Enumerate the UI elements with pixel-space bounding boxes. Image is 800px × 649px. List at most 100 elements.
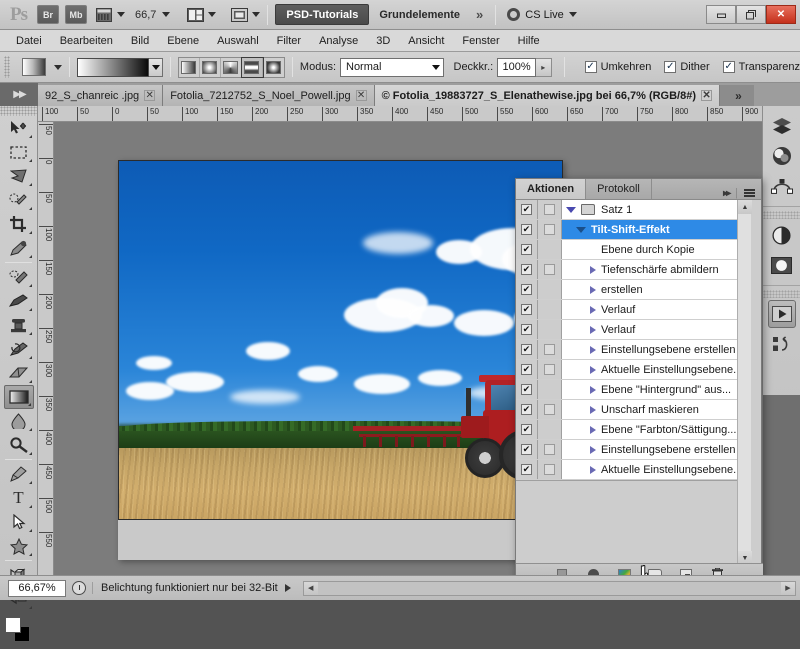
workspace-overflow-icon[interactable]: » — [476, 7, 483, 22]
table-row[interactable]: Ebene durch Kopie — [516, 240, 745, 260]
row-dialog-cell[interactable] — [538, 240, 562, 259]
minimize-button[interactable] — [706, 5, 736, 24]
menu-fenster[interactable]: Fenster — [454, 33, 507, 49]
tab-noel-powell[interactable]: Fotolia_7212752_S_Noel_Powell.jpg ✕ — [163, 85, 375, 106]
tab-elenathewise[interactable]: © Fotolia_19883727_S_Elenathewise.jpg be… — [374, 85, 721, 106]
row-dialog-cell[interactable] — [538, 260, 562, 279]
actions-icon[interactable] — [767, 300, 796, 328]
tab-close-icon-2[interactable]: ✕ — [355, 90, 367, 101]
row-toggle-cell[interactable] — [516, 240, 538, 259]
eyedropper-tool[interactable] — [4, 236, 34, 260]
expand-chevron-right-icon[interactable] — [590, 425, 596, 434]
actions-list-empty-area[interactable] — [516, 480, 745, 564]
horizontal-scrollbar[interactable]: ◀ ▶ — [302, 580, 796, 596]
expand-chevron-right-icon[interactable] — [590, 305, 596, 314]
table-row[interactable]: erstellen — [516, 280, 745, 300]
quick-selection-tool[interactable] — [4, 188, 34, 212]
row-content[interactable]: Ebene durch Kopie — [562, 240, 745, 259]
tab-protokoll[interactable]: Protokoll — [586, 179, 652, 199]
document-image[interactable] — [118, 160, 563, 520]
panel-menu-icon[interactable] — [744, 189, 755, 197]
dialog-toggle-box[interactable] — [544, 464, 555, 475]
dialog-toggle-box[interactable] — [544, 264, 555, 275]
checkbox-umkehren[interactable]: ✓ Umkehren — [584, 61, 651, 73]
blur-tool[interactable] — [4, 409, 34, 433]
scroll-left-arrow-icon[interactable]: ◀ — [303, 581, 318, 595]
row-content[interactable]: Unscharf maskieren — [562, 400, 745, 419]
row-toggle-cell[interactable] — [516, 200, 538, 219]
mini-bridge-icon[interactable]: Mb — [65, 5, 87, 24]
toolbox-grip[interactable] — [0, 106, 37, 116]
checkbox-transparenz[interactable]: ✓ Transparenz — [722, 61, 800, 73]
appbar-zoom-value[interactable]: 66,7 — [135, 9, 156, 21]
adjustments-icon[interactable] — [768, 221, 796, 249]
zoom-chevron-down-icon[interactable] — [162, 12, 171, 17]
row-checkbox[interactable] — [521, 224, 532, 235]
row-checkbox[interactable] — [521, 384, 532, 395]
row-content[interactable]: erstellen — [562, 280, 745, 299]
dialog-toggle-box[interactable] — [544, 224, 555, 235]
cs-live-button[interactable]: CS Live — [507, 8, 577, 21]
row-content[interactable]: Einstellungsebene erstellen — [562, 340, 745, 359]
row-toggle-cell[interactable] — [516, 400, 538, 419]
expand-chevron-right-icon[interactable] — [590, 325, 596, 334]
table-row[interactable]: Einstellungsebene erstellen — [516, 340, 745, 360]
table-row[interactable]: Einstellungsebene erstellen — [516, 440, 745, 460]
row-dialog-cell[interactable] — [538, 200, 562, 219]
path-selection-tool[interactable] — [4, 510, 34, 534]
collapse-panel-icon[interactable]: ▸▸ — [723, 188, 731, 199]
tab-bar-grip[interactable]: ▶▶ — [0, 83, 38, 106]
gradient-reflected-button[interactable] — [240, 56, 264, 78]
row-toggle-cell[interactable] — [516, 420, 538, 439]
row-dialog-cell[interactable] — [538, 440, 562, 459]
row-checkbox[interactable] — [521, 464, 532, 475]
row-toggle-cell[interactable] — [516, 380, 538, 399]
clone-stamp-tool[interactable] — [4, 313, 34, 337]
tab-aktionen[interactable]: Aktionen — [516, 179, 587, 199]
dock-grip-3[interactable] — [763, 290, 800, 298]
workspace-psd-tutorials[interactable]: PSD-Tutorials — [275, 4, 370, 25]
dialog-toggle-box[interactable] — [544, 344, 555, 355]
dither-checkbox[interactable]: ✓ — [664, 61, 677, 73]
table-row[interactable]: Verlauf — [516, 300, 745, 320]
foreground-color-swatch[interactable] — [5, 617, 21, 633]
row-checkbox[interactable] — [521, 324, 532, 335]
row-checkbox[interactable] — [521, 204, 532, 215]
menu-auswahl[interactable]: Auswahl — [209, 33, 267, 49]
expand-chevron-down-icon[interactable] — [576, 226, 586, 233]
document-window[interactable] — [118, 160, 563, 560]
row-toggle-cell[interactable] — [516, 460, 538, 479]
row-toggle-cell[interactable] — [516, 260, 538, 279]
gradient-radial-button[interactable] — [200, 57, 221, 77]
table-row[interactable]: Tilt-Shift-Effekt — [516, 220, 745, 240]
color-icon[interactable] — [768, 142, 796, 170]
gradient-preview[interactable] — [77, 57, 150, 77]
dock-grip-2[interactable] — [763, 211, 800, 219]
shape-tool[interactable] — [4, 534, 34, 558]
row-dialog-cell[interactable] — [538, 220, 562, 239]
row-toggle-cell[interactable] — [516, 440, 538, 459]
row-content[interactable]: Ebene "Hintergrund" aus... — [562, 380, 745, 399]
row-toggle-cell[interactable] — [516, 360, 538, 379]
expand-chevron-right-icon[interactable] — [590, 365, 596, 374]
workspace-grundelemente[interactable]: Grundelemente — [369, 4, 470, 25]
menu-datei[interactable]: Datei — [8, 33, 50, 49]
expand-chevron-right-icon[interactable] — [590, 445, 596, 454]
row-dialog-cell[interactable] — [538, 280, 562, 299]
menu-bild[interactable]: Bild — [123, 33, 157, 49]
tab-close-icon-1[interactable]: ✕ — [144, 90, 156, 101]
scroll-right-arrow-icon[interactable]: ▶ — [781, 581, 795, 595]
crop-tool[interactable] — [4, 212, 34, 236]
table-row[interactable]: Verlauf — [516, 320, 745, 340]
umkehren-checkbox[interactable]: ✓ — [584, 61, 597, 73]
menu-ansicht[interactable]: Ansicht — [400, 33, 452, 49]
menu-ebene[interactable]: Ebene — [159, 33, 207, 49]
gradient-diamond-button[interactable] — [263, 58, 284, 77]
dialog-toggle-box[interactable] — [544, 364, 555, 375]
status-info-icon[interactable] — [72, 581, 86, 595]
row-content[interactable]: Einstellungsebene erstellen — [562, 440, 745, 459]
marquee-tool[interactable] — [4, 140, 34, 164]
table-row[interactable]: Aktuelle Einstellungsebene... — [516, 460, 745, 480]
expand-chevron-right-icon[interactable] — [590, 385, 596, 394]
actions-list[interactable]: Satz 1 Tilt-Shift-Effekt Ebene durch Kop… — [516, 200, 745, 565]
